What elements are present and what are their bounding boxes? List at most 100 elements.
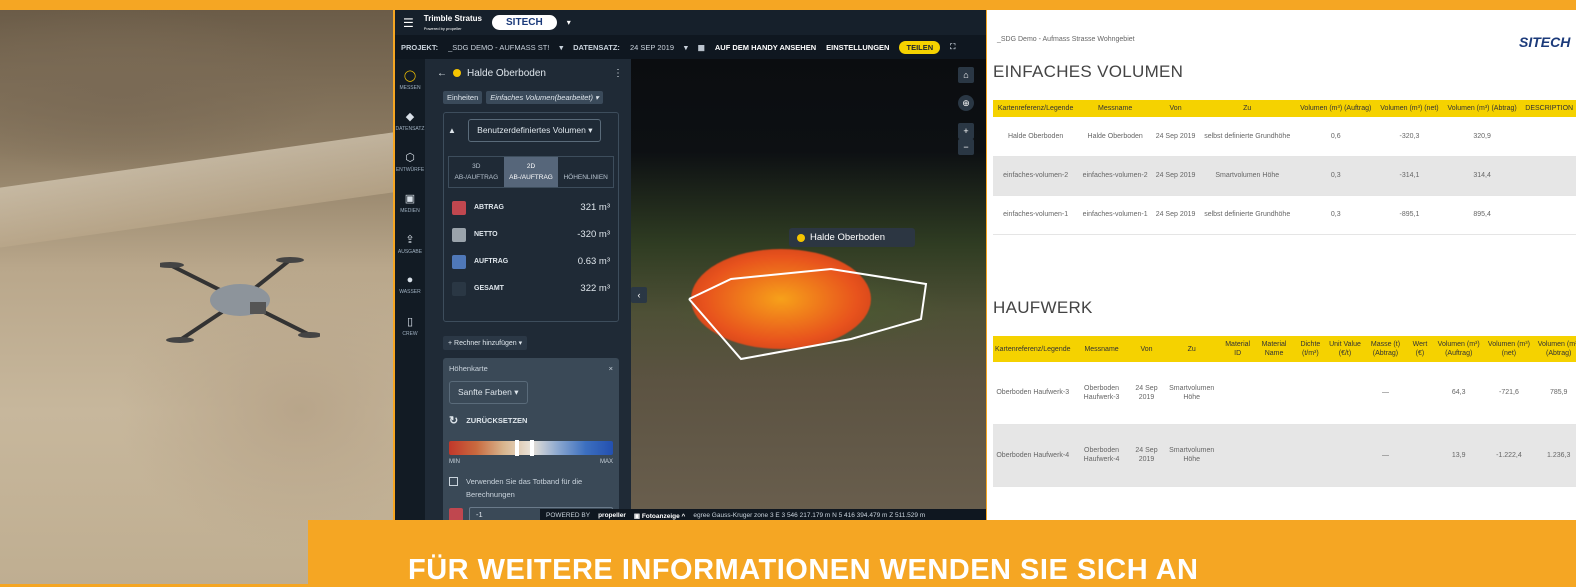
fullscreen-icon[interactable]: ⛶: [950, 42, 955, 52]
table-cell: 895,4: [1442, 195, 1522, 235]
table-cell: einfaches-volumen-1: [993, 195, 1079, 235]
table-cell: 0,3: [1295, 156, 1377, 196]
rail-item-entwuerfe[interactable]: ⬡ ENTWÜRFE: [395, 141, 425, 182]
volume-report: _SDG Demo - Aufmass Strasse Wohngebiet S…: [987, 10, 1576, 522]
more-icon[interactable]: ⋮: [613, 68, 631, 79]
table-row: einfaches-volumen-2 einfaches-volumen-2 24…: [993, 156, 1576, 196]
table-header-cell: Volumen (m³) (Abtrag): [1532, 336, 1576, 362]
photo-view-toggle[interactable]: ▣ Fotoanzeige ^: [634, 512, 685, 520]
table-cell: -320,3: [1376, 117, 1443, 157]
color-swatch[interactable]: [452, 200, 466, 215]
dataset-selector[interactable]: 24 SEP 2019: [630, 43, 674, 52]
phone-icon: ▯: [406, 315, 414, 328]
cube-icon: ⬡: [405, 151, 415, 164]
table-cell: 314,4: [1442, 156, 1522, 196]
3d-viewport[interactable]: Halde Oberboden ⌂ ⊕ + − ‹: [631, 59, 986, 522]
table-cell: 1.236,3: [1532, 424, 1576, 487]
table-cell: [1407, 424, 1432, 487]
table-cell: Oberboden Haufwerk-3: [993, 362, 1073, 425]
table-cell: -314,1: [1376, 156, 1443, 196]
table-cell: 13,9: [1431, 424, 1486, 487]
back-arrow-icon[interactable]: ←: [437, 68, 447, 79]
tab-contours[interactable]: HÖHENLINIEN: [558, 157, 613, 187]
add-calculator-button[interactable]: + Rechner hinzufügen ▾: [443, 336, 528, 350]
volume-type-select[interactable]: Benutzerdefiniertes Volumen ▾: [468, 119, 602, 142]
close-icon[interactable]: ×: [609, 364, 613, 373]
table-cell: —: [1362, 424, 1408, 487]
table-cell: 24 Sep 2019: [1152, 195, 1199, 235]
rail-item-ausgabe[interactable]: ⇪ AUSGABE: [395, 223, 425, 264]
table-cell: 24 Sep 2019: [1130, 424, 1163, 487]
company-selector[interactable]: SITECH: [492, 15, 557, 30]
table-header-cell: Messname: [1072, 336, 1131, 362]
project-selector[interactable]: _SDG DEMO - AUFMASS ST!: [448, 43, 549, 52]
rail-item-messen[interactable]: ◯ MESSEN: [395, 59, 425, 100]
table-cell: -895,1: [1376, 195, 1443, 235]
zoom-in-icon[interactable]: +: [958, 123, 974, 139]
table-cell: [1293, 362, 1327, 425]
zoom-out-icon[interactable]: −: [958, 139, 974, 155]
table-cell: [1293, 424, 1327, 487]
phone-view-button[interactable]: AUF DEM HANDY ANSEHEN: [715, 43, 816, 52]
chevron-down-icon[interactable]: ▾: [567, 18, 571, 27]
project-toolbar: PROJEKT: _SDG DEMO - AUFMASS ST! ▾ DATEN…: [395, 35, 986, 59]
table-header-cell: Volumen (m³) (Auftrag): [1431, 336, 1486, 362]
rail-item-datensatz[interactable]: ◆ DATENSATZ: [395, 100, 425, 141]
rail-item-medien[interactable]: ▣ MEDIEN: [395, 182, 425, 223]
collapse-panel-icon[interactable]: ‹: [631, 287, 647, 303]
water-icon: ●: [406, 274, 414, 286]
color-gradient-slider[interactable]: [449, 440, 613, 456]
table-cell: selbst definierte Grundhöhe: [1198, 195, 1296, 235]
measure-polygon: [688, 267, 928, 361]
table-cell: [1521, 195, 1576, 235]
table-cell: [1407, 362, 1432, 425]
panel-title: Halde Oberboden: [467, 67, 546, 79]
table-cell: [1327, 362, 1363, 425]
collapse-icon[interactable]: ▲: [448, 126, 456, 135]
chevron-down-icon[interactable]: ▾: [559, 43, 563, 52]
reset-button[interactable]: ↻ ZURÜCKSETZEN: [449, 414, 613, 427]
table-header-cell: Kartenreferenz/Legende: [993, 336, 1073, 362]
table-row: Oberboden Haufwerk-3 Oberboden Haufwerk-3…: [993, 362, 1576, 425]
slider-handle-max[interactable]: [530, 440, 534, 456]
stratus-app-window: ☰ Trimble Stratus Powered by propeller SI…: [395, 10, 986, 522]
table-cell: selbst definierte Grundhöhe: [1198, 117, 1296, 157]
home-icon[interactable]: ⌂: [958, 67, 974, 83]
tab-2d[interactable]: 2D AB-/AUFTRAG: [503, 157, 559, 187]
globe-icon[interactable]: ⊕: [958, 95, 974, 111]
table-cell: [1254, 424, 1294, 487]
table-header-cell: Volumen (m³) (Abtrag): [1442, 100, 1522, 117]
drone-photo: [0, 10, 393, 584]
color-swatch[interactable]: [452, 281, 466, 296]
palette-select[interactable]: Sanfte Farben ▾: [449, 381, 528, 404]
table-cell: Smartvolumen Höhe: [1162, 424, 1221, 487]
value-row-netto: NETTO -320 m³: [448, 221, 614, 248]
volume-type-tag[interactable]: Einfaches Volumen(bearbeitet) ▾: [486, 91, 603, 104]
units-tag[interactable]: Einheiten: [443, 91, 483, 104]
table-cell: -1.222,4: [1485, 424, 1533, 487]
table-cell: Smartvolumen Höhe: [1198, 156, 1296, 196]
color-swatch[interactable]: [452, 227, 466, 242]
slider-handle-min[interactable]: [515, 440, 519, 456]
dirt-ridge: [0, 132, 393, 248]
share-button[interactable]: TEILEN: [899, 40, 941, 54]
color-swatch[interactable]: [452, 254, 466, 269]
table-header-cell: Von: [1130, 336, 1163, 362]
deadband-checkbox[interactable]: [449, 477, 458, 486]
settings-button[interactable]: EINSTELLUNGEN: [826, 43, 889, 52]
stockpile-label[interactable]: Halde Oberboden: [789, 228, 915, 247]
chevron-down-icon[interactable]: ▾: [684, 43, 688, 52]
contact-banner: FÜR WEITERE INFORMATIONEN WENDEN SIE SIC…: [308, 520, 1576, 586]
table-cell: einfaches-volumen-1: [1078, 195, 1153, 235]
volume-calculator: ▲ Benutzerdefiniertes Volumen ▾ 3D AB-/AU…: [443, 112, 619, 322]
table-cell: Oberboden Haufwerk-3: [1072, 362, 1131, 425]
tab-3d[interactable]: 3D AB-/AUFTRAG: [449, 157, 504, 187]
table-cell: einfaches-volumen-2: [1078, 156, 1153, 196]
table-cell: 0,3: [1295, 195, 1377, 235]
table-cell: 785,9: [1532, 362, 1576, 425]
rail-item-wasser[interactable]: ● WASSER: [395, 264, 425, 305]
table-cell: -721,6: [1485, 362, 1533, 425]
menu-icon[interactable]: ☰: [403, 16, 414, 30]
rail-item-crew[interactable]: ▯ CREW: [395, 305, 425, 346]
table-header-cell: Zu: [1162, 336, 1221, 362]
